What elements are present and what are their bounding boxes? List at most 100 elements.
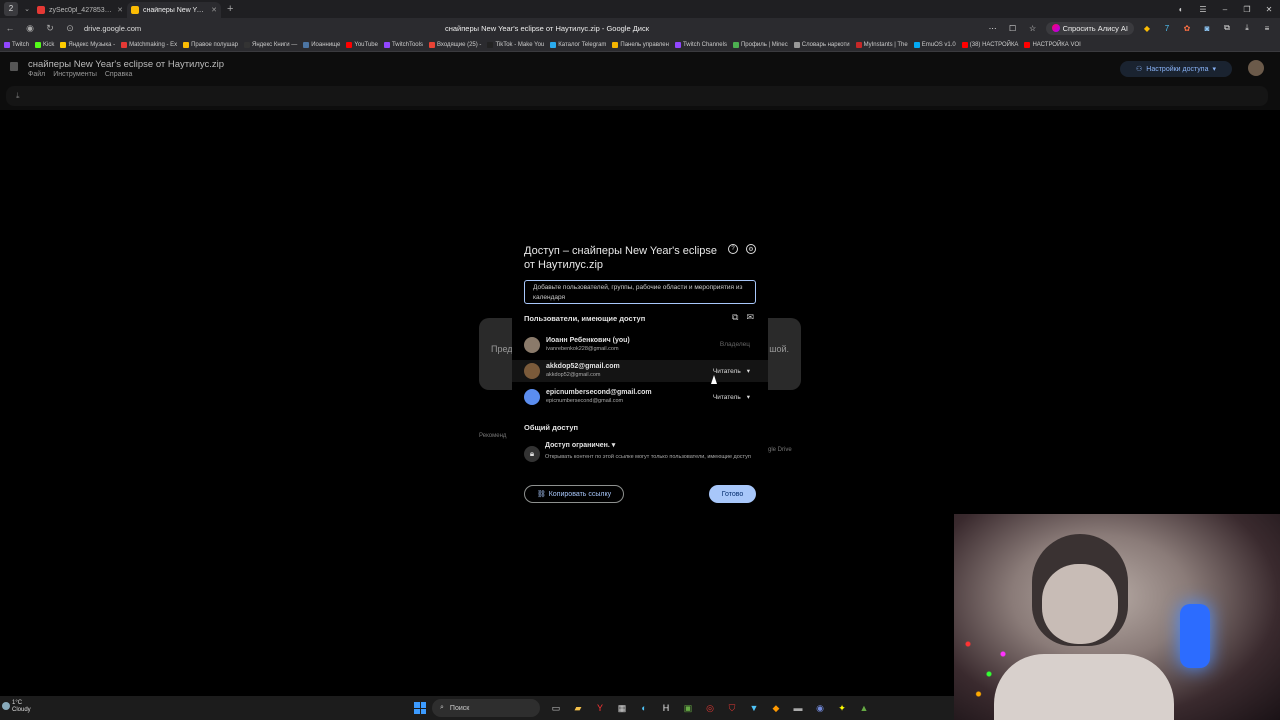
add-people-input[interactable]: Добавьте пользователей, группы, рабочие … (524, 280, 756, 304)
emuos-icon (913, 41, 920, 48)
close-icon[interactable]: ✕ (117, 6, 123, 14)
workspace-button[interactable]: 2 (4, 2, 18, 16)
alice-label: Спросить Алису AI (1062, 23, 1128, 33)
alice-button[interactable]: Спросить Алису AI (1045, 21, 1134, 35)
extension-icon[interactable]: ✿ (1180, 24, 1194, 33)
bookmark-item[interactable]: НАСТРОЙКА VOI (1024, 41, 1081, 48)
tab-console[interactable]: zySec0pl_427853 | Consol ✕ (33, 2, 127, 18)
extensions-shield-icon[interactable]: ◉ (20, 23, 40, 34)
person-face (1042, 564, 1118, 644)
bookmark-item[interactable]: Яндекс Книги — (244, 41, 297, 48)
chevron-down-icon[interactable]: ⌄ (21, 5, 33, 13)
minecraft-icon[interactable]: ▣ (680, 700, 696, 716)
app-icon[interactable]: ▬ (790, 700, 806, 716)
user-row[interactable]: epicnumbersecond@gmail.com epicnumbersec… (524, 386, 756, 408)
bookmark-item[interactable]: Словарь наркоти (793, 41, 850, 48)
bookmark-item[interactable]: Matchmaking - Ex (121, 41, 177, 48)
app-icon[interactable]: ▦ (614, 700, 630, 716)
close-window-icon[interactable]: ✕ (1258, 5, 1280, 14)
download-icon[interactable]: ⤓ (16, 91, 20, 101)
bookmark-item[interactable]: Каталог Telegram (550, 41, 606, 48)
taskbar-search[interactable]: ⌕ Поиск (432, 699, 540, 717)
discord-icon[interactable]: ◉ (812, 700, 828, 716)
youtube-icon (1024, 41, 1031, 48)
more-icon[interactable]: ⋯ (986, 24, 1000, 33)
document-title[interactable]: снайперы New Year's eclipse от Наутилус.… (28, 59, 224, 70)
bookmark-add-icon[interactable]: ☆ (1026, 24, 1040, 33)
windows-start-icon[interactable] (414, 702, 426, 714)
bookmark-item[interactable]: Twitch (4, 41, 30, 48)
weather-widget[interactable]: 1°C Cloudy (2, 700, 31, 714)
faceit-icon (121, 41, 128, 48)
bookmark-item[interactable]: TikTok - Make You (487, 41, 545, 48)
bookmark-icon[interactable]: ☐ (1006, 24, 1020, 33)
bookmark-item[interactable]: Правое полушар (183, 41, 238, 48)
address-bar: ← ◉ ↻ ⊙ drive.google.com снайперы New Ye… (0, 18, 1280, 38)
minimize-icon[interactable]: – (1214, 5, 1236, 14)
tab-drive[interactable]: снайперы New Year's e ✕ (127, 2, 221, 18)
back-icon[interactable]: ← (0, 23, 20, 33)
bookmark-item[interactable]: Панель управлен (612, 41, 669, 48)
extension-icon[interactable]: ◆ (1140, 24, 1154, 33)
app-icon[interactable]: ◐ (636, 700, 652, 716)
chrome-icon[interactable]: ◎ (702, 700, 718, 716)
minecraft-icon (732, 41, 739, 48)
drive-label: gle Drive (768, 447, 792, 453)
downloads-icon[interactable]: ⤓ (1240, 23, 1254, 33)
bookmark-item[interactable]: Иоаннище (303, 41, 340, 48)
shield-icon[interactable]: ⛉ (724, 700, 740, 716)
user-row[interactable]: Иоанн Ребенкович (you) ivanrebenkok228@g… (524, 334, 756, 356)
bookmark-item[interactable]: EmuOS v1.0 (913, 41, 956, 48)
bookmark-item[interactable]: TwitchTools (383, 41, 423, 48)
new-tab-icon[interactable]: + (227, 3, 233, 15)
app-icon[interactable]: ✦ (834, 700, 850, 716)
menu-help[interactable]: Справка (105, 71, 132, 78)
bookmark-item[interactable]: Профиль | Minec (732, 41, 788, 48)
site-info-icon[interactable]: ⊙ (60, 23, 80, 34)
general-access-dropdown[interactable]: Доступ ограничен. ▾ (545, 441, 615, 449)
extension-icon[interactable]: ◙ (1200, 24, 1214, 33)
access-settings-button[interactable]: ⚇ Настройки доступа ▾ (1120, 61, 1232, 77)
email-icon[interactable]: ✉ (746, 312, 754, 323)
caret-down-icon: ▾ (746, 368, 750, 375)
bookmark-label: Twitch (12, 41, 30, 48)
done-button[interactable]: Готово (709, 485, 756, 503)
app-icon[interactable]: H (658, 700, 674, 716)
url-field[interactable]: drive.google.com (84, 24, 444, 33)
microphone (1180, 604, 1210, 668)
profile-icon[interactable]: ◐ (1170, 5, 1192, 14)
bookmark-item[interactable]: Яндекс Музыка - (60, 41, 115, 48)
menu-icon[interactable]: ≡ (1260, 24, 1274, 33)
copy-link-button[interactable]: ⛓ Копировать ссылку (524, 485, 624, 503)
downloads-icon[interactable]: ☰ (1192, 5, 1214, 14)
close-icon[interactable]: ✕ (211, 6, 217, 14)
bookmark-item[interactable]: Kick (35, 41, 54, 48)
user-row[interactable]: akkdop52@gmail.com akkdop52@gmail.com Чи… (524, 360, 756, 382)
bookmark-item[interactable]: Входящие (25) - (428, 41, 481, 48)
task-view-icon[interactable]: ▭ (548, 700, 564, 716)
menu-tools[interactable]: Инструменты (53, 71, 97, 78)
site-icon (183, 41, 190, 48)
yandex-browser-icon[interactable]: Y (592, 700, 608, 716)
file-explorer-icon[interactable]: ▰ (570, 700, 586, 716)
role-dropdown[interactable]: Читатель ▾ (713, 367, 750, 376)
menu-bar: Файл Инструменты Справка (28, 71, 132, 78)
vpn-icon[interactable]: ▼ (746, 700, 762, 716)
bookmark-item[interactable]: Twitch Channels (674, 41, 727, 48)
extensions-icon[interactable]: ⧉ (1220, 23, 1234, 33)
settings-icon[interactable]: ⚙ (746, 244, 756, 254)
role-dropdown[interactable]: Читатель ▾ (713, 393, 750, 402)
help-icon[interactable]: ? (728, 244, 738, 254)
menu-file[interactable]: Файл (28, 71, 45, 78)
bookmark-item[interactable]: YouTube (346, 41, 378, 48)
restore-icon[interactable]: ❐ (1236, 5, 1258, 14)
bookmark-item[interactable]: (38) НАСТРОЙКА (961, 41, 1018, 48)
copy-emails-icon[interactable]: ⧉ (732, 312, 738, 323)
app-icon[interactable]: ▲ (856, 700, 872, 716)
app-icon[interactable]: ◆ (768, 700, 784, 716)
bookmark-item[interactable]: MyInstants | The (855, 41, 908, 48)
extension-icon[interactable]: 7 (1160, 24, 1174, 33)
reload-icon[interactable]: ↻ (40, 23, 60, 34)
avatar[interactable] (1248, 60, 1264, 76)
bookmark-label: TikTok - Make You (495, 41, 545, 48)
